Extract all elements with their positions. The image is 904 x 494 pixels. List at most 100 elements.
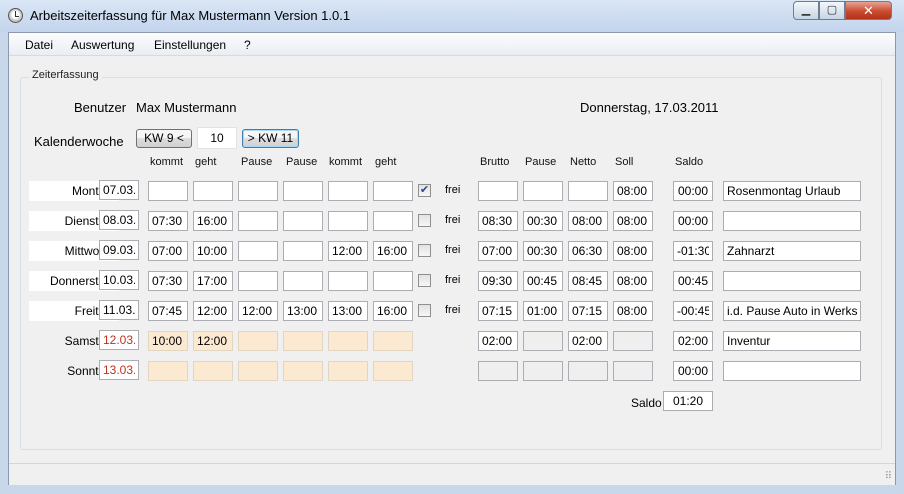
soll-field[interactable] [613,361,653,381]
netto-field[interactable] [568,331,608,351]
kommt-1-field[interactable] [148,301,188,321]
note-field[interactable] [723,271,861,291]
free-day-checkbox[interactable] [418,244,431,257]
day-date-field[interactable] [99,330,139,350]
week-number-field[interactable] [197,127,237,149]
geht-1-field[interactable] [193,211,233,231]
pause-field[interactable] [523,211,563,231]
netto-field[interactable] [568,271,608,291]
kommt-1-field[interactable] [148,181,188,201]
pause-field[interactable] [523,181,563,201]
menu-datei[interactable]: Datei [25,38,53,52]
note-field[interactable] [723,361,861,381]
day-date-field[interactable] [99,210,139,230]
saldo-field[interactable] [673,241,713,261]
netto-field[interactable] [568,181,608,201]
brutto-field[interactable] [478,361,518,381]
saldo-field[interactable] [673,361,713,381]
pause-start-field[interactable] [238,301,278,321]
pause-end-field[interactable] [283,181,323,201]
kommt-1-field[interactable] [148,271,188,291]
brutto-field[interactable] [478,211,518,231]
geht-2-field[interactable] [373,271,413,291]
brutto-field[interactable] [478,181,518,201]
day-date-field[interactable] [99,240,139,260]
free-day-checkbox[interactable] [418,214,431,227]
prev-week-button[interactable]: KW 9 < [136,129,192,148]
kommt-2-field[interactable] [328,331,368,351]
kommt-2-field[interactable] [328,271,368,291]
geht-1-field[interactable] [193,181,233,201]
geht-1-field[interactable] [193,361,233,381]
menu-auswertung[interactable]: Auswertung [71,38,134,52]
pause-start-field[interactable] [238,271,278,291]
total-saldo-field[interactable] [663,391,713,411]
note-field[interactable] [723,331,861,351]
day-date-field[interactable] [99,360,139,380]
soll-field[interactable] [613,211,653,231]
next-week-button[interactable]: > KW 11 [242,129,299,148]
free-day-checkbox[interactable] [418,304,431,317]
pause-end-field[interactable] [283,331,323,351]
soll-field[interactable] [613,301,653,321]
pause-field[interactable] [523,331,563,351]
saldo-field[interactable] [673,181,713,201]
pause-end-field[interactable] [283,301,323,321]
saldo-field[interactable] [673,331,713,351]
pause-end-field[interactable] [283,361,323,381]
geht-2-field[interactable] [373,211,413,231]
kommt-1-field[interactable] [148,241,188,261]
kommt-1-field[interactable] [148,211,188,231]
kommt-1-field[interactable] [148,361,188,381]
note-field[interactable] [723,241,861,261]
kommt-2-field[interactable] [328,361,368,381]
pause-field[interactable] [523,301,563,321]
pause-end-field[interactable] [283,241,323,261]
netto-field[interactable] [568,211,608,231]
saldo-field[interactable] [673,271,713,291]
kommt-2-field[interactable] [328,181,368,201]
pause-start-field[interactable] [238,241,278,261]
menu-einstellungen[interactable]: Einstellungen [154,38,226,52]
geht-1-field[interactable] [193,241,233,261]
brutto-field[interactable] [478,271,518,291]
title-bar[interactable]: Arbeitszeiterfassung für Max Mustermann … [0,0,904,32]
geht-2-field[interactable] [373,301,413,321]
pause-field[interactable] [523,271,563,291]
resize-grip-icon[interactable]: ⠿ [885,471,892,482]
saldo-field[interactable] [673,211,713,231]
geht-2-field[interactable] [373,241,413,261]
kommt-2-field[interactable] [328,301,368,321]
geht-1-field[interactable] [193,301,233,321]
geht-2-field[interactable] [373,331,413,351]
pause-start-field[interactable] [238,211,278,231]
kommt-2-field[interactable] [328,211,368,231]
pause-end-field[interactable] [283,271,323,291]
free-day-checkbox[interactable]: ✔ [418,184,431,197]
pause-field[interactable] [523,361,563,381]
geht-2-field[interactable] [373,361,413,381]
kommt-2-field[interactable] [328,241,368,261]
netto-field[interactable] [568,361,608,381]
soll-field[interactable] [613,271,653,291]
saldo-field[interactable] [673,301,713,321]
geht-1-field[interactable] [193,331,233,351]
day-date-field[interactable] [99,270,139,290]
day-date-field[interactable] [99,180,139,200]
soll-field[interactable] [613,241,653,261]
minimize-button[interactable]: ▁ [793,1,819,20]
geht-2-field[interactable] [373,181,413,201]
note-field[interactable] [723,301,861,321]
kommt-1-field[interactable] [148,331,188,351]
brutto-field[interactable] [478,301,518,321]
maximize-button[interactable]: ▢ [819,1,845,20]
geht-1-field[interactable] [193,271,233,291]
pause-start-field[interactable] [238,361,278,381]
brutto-field[interactable] [478,241,518,261]
pause-end-field[interactable] [283,211,323,231]
netto-field[interactable] [568,301,608,321]
free-day-checkbox[interactable] [418,274,431,287]
menu-help[interactable]: ? [244,38,251,52]
pause-field[interactable] [523,241,563,261]
close-button[interactable]: ✕ [845,1,892,20]
